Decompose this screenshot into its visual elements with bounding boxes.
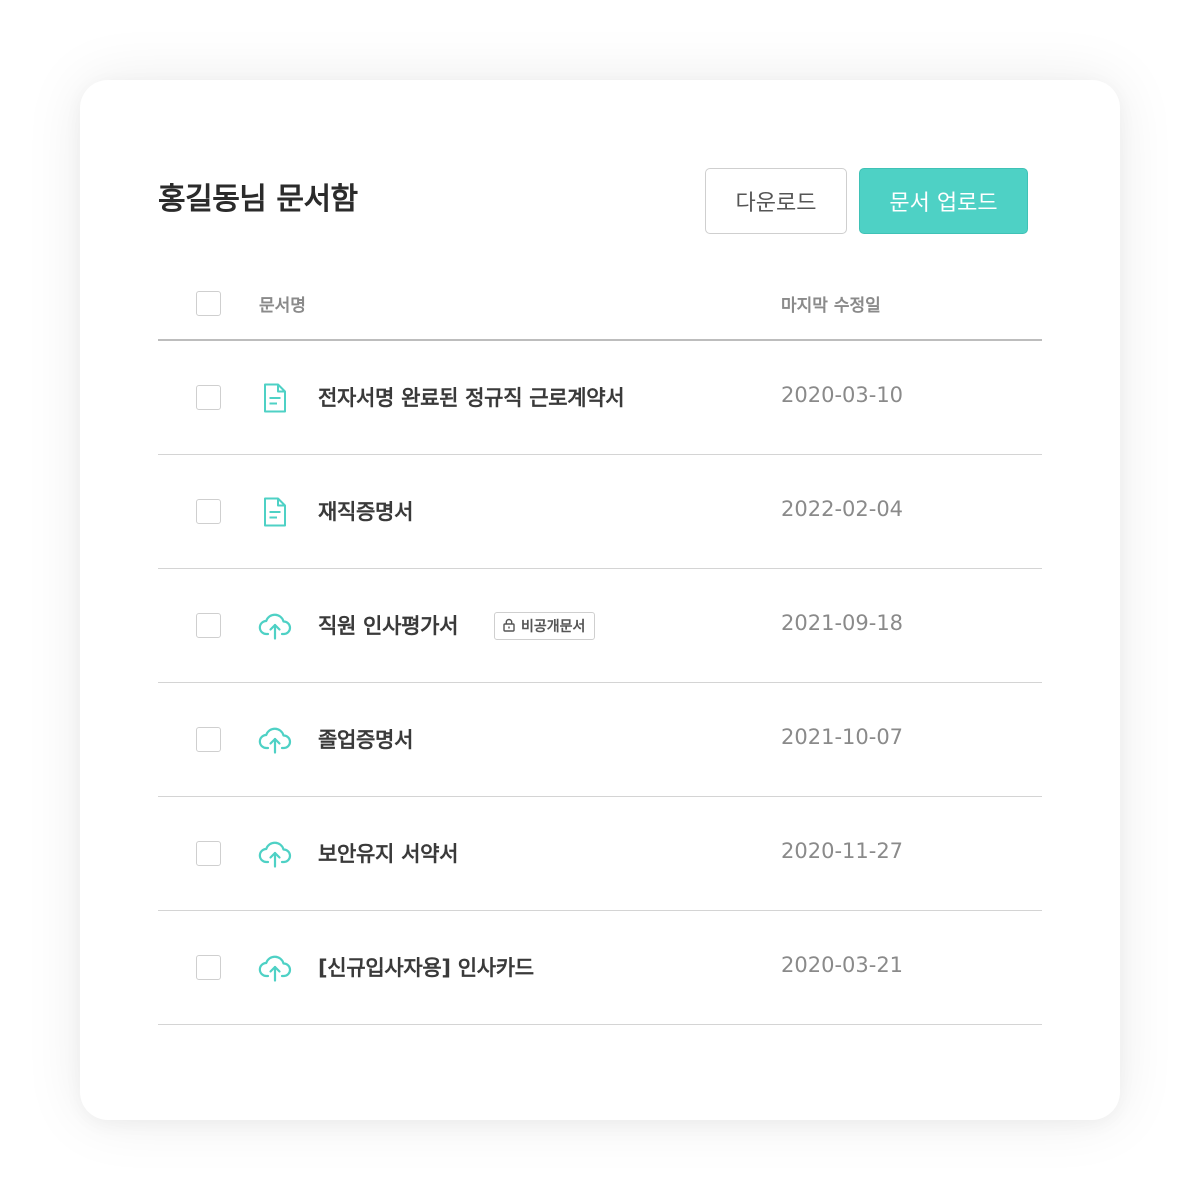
modified-date: 2021-09-18 [781,611,904,635]
table-row[interactable]: 전자서명 완료된 정규직 근로계약서 2020-03-10 [158,341,1042,455]
modified-date: 2022-02-04 [781,497,904,521]
column-header-name: 문서명 [259,296,306,316]
document-name[interactable]: 보안유지 서약서 [318,838,458,868]
modified-date: 2020-03-21 [781,953,904,977]
document-name[interactable]: 직원 인사평가서 [318,610,458,640]
row-checkbox[interactable] [196,499,221,524]
row-checkbox[interactable] [196,841,221,866]
table-row[interactable]: 직원 인사평가서 비공개문서 2021-09-18 [158,569,1042,683]
page-title: 홍길동님 문서함 [158,182,358,217]
download-button[interactable]: 다운로드 [705,168,847,234]
private-document-badge: 비공개문서 [494,612,596,640]
document-name[interactable]: 졸업증명서 [318,724,413,754]
select-all-checkbox[interactable] [196,291,221,316]
table-row[interactable]: [신규입사자용] 인사카드 2020-03-21 [158,911,1042,1025]
modified-date: 2020-03-10 [781,383,904,407]
cloud-upload-icon [258,609,292,643]
row-checkbox[interactable] [196,727,221,752]
table-row[interactable]: 재직증명서 2022-02-04 [158,455,1042,569]
table-row[interactable]: 졸업증명서 2021-10-07 [158,683,1042,797]
document-name[interactable]: [신규입사자용] 인사카드 [318,952,534,982]
table-header: 문서명 마지막 수정일 [158,275,1042,341]
row-checkbox[interactable] [196,385,221,410]
lock-icon [503,617,515,636]
table-row[interactable]: 보안유지 서약서 2020-11-27 [158,797,1042,911]
modified-date: 2020-11-27 [781,839,904,863]
document-icon [258,495,292,529]
document-icon [258,381,292,415]
badge-label: 비공개문서 [521,619,586,635]
document-name[interactable]: 전자서명 완료된 정규직 근로계약서 [318,382,625,412]
cloud-upload-icon [258,951,292,985]
row-checkbox[interactable] [196,955,221,980]
document-box-card: 홍길동님 문서함 다운로드 문서 업로드 문서명 마지막 수정일 전자서명 완료… [80,80,1120,1120]
column-header-modified: 마지막 수정일 [781,296,881,316]
modified-date: 2021-10-07 [781,725,904,749]
document-name[interactable]: 재직증명서 [318,496,413,526]
row-checkbox[interactable] [196,613,221,638]
upload-document-button[interactable]: 문서 업로드 [859,168,1028,234]
cloud-upload-icon [258,723,292,757]
cloud-upload-icon [258,837,292,871]
